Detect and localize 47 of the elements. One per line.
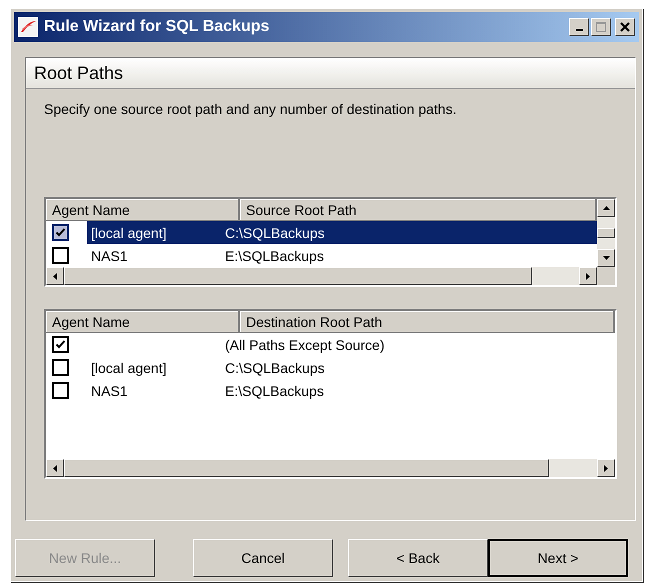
maximize-button[interactable] (591, 18, 611, 36)
down-arrow-icon (602, 256, 610, 260)
list-row[interactable]: (All Paths Except Source) (87, 333, 615, 356)
maximize-icon (596, 22, 606, 32)
agent-name: [local agent] (90, 224, 168, 240)
root-path: (All Paths Except Source) (224, 336, 385, 352)
list-row[interactable]: [local agent] C:\SQLBackups (87, 356, 615, 379)
agent-name: NAS1 (90, 248, 129, 264)
root-path: E:\SQLBackups (224, 382, 324, 398)
minimize-button[interactable] (569, 18, 589, 36)
vertical-scrollbar[interactable] (597, 199, 615, 267)
wizard-button[interactable]: Next > (488, 539, 628, 577)
list-row[interactable]: NAS1 E:\SQLBackups (87, 379, 615, 402)
scroll-thumb[interactable] (597, 228, 615, 238)
horizontal-scrollbar[interactable] (46, 459, 615, 477)
horizontal-scrollbar[interactable] (46, 267, 615, 285)
swoosh-icon (18, 17, 38, 37)
root-path: C:\SQLBackups (224, 360, 325, 376)
checkbox[interactable] (52, 247, 69, 264)
column-header[interactable]: Destination Root Path (240, 311, 615, 333)
left-arrow-icon (53, 464, 57, 472)
left-arrow-icon (53, 272, 57, 280)
checkbox[interactable] (52, 359, 69, 376)
root-path: E:\SQLBackups (224, 248, 324, 264)
up-arrow-icon (602, 206, 610, 210)
checkbox[interactable] (52, 382, 69, 399)
check-icon (55, 227, 66, 238)
list-row[interactable]: [local agent] C:\SQLBackups (87, 221, 597, 244)
right-arrow-icon (604, 464, 608, 472)
agent-name: [local agent] (90, 360, 168, 376)
wizard-button[interactable]: < Back (348, 539, 488, 577)
description-text: Specify one source root path and any number of destination paths. (44, 101, 458, 117)
column-header[interactable]: Agent Name (46, 311, 240, 333)
window-title: Rule Wizard for SQL Backups (44, 18, 270, 36)
wizard-button[interactable]: Cancel (193, 539, 333, 577)
checkbox[interactable] (52, 224, 69, 241)
right-arrow-icon (586, 272, 590, 280)
checkbox[interactable] (52, 336, 69, 353)
close-icon (620, 22, 630, 32)
list-row[interactable]: NAS1 E:\SQLBackups (87, 244, 597, 267)
root-path: C:\SQLBackups (224, 224, 325, 240)
close-button[interactable] (615, 18, 635, 36)
minimize-icon (576, 29, 582, 31)
agent-name: NAS1 (90, 382, 129, 398)
check-icon (55, 339, 66, 350)
page-title: Root Paths (34, 62, 124, 84)
scrollbar-corner (597, 267, 615, 285)
